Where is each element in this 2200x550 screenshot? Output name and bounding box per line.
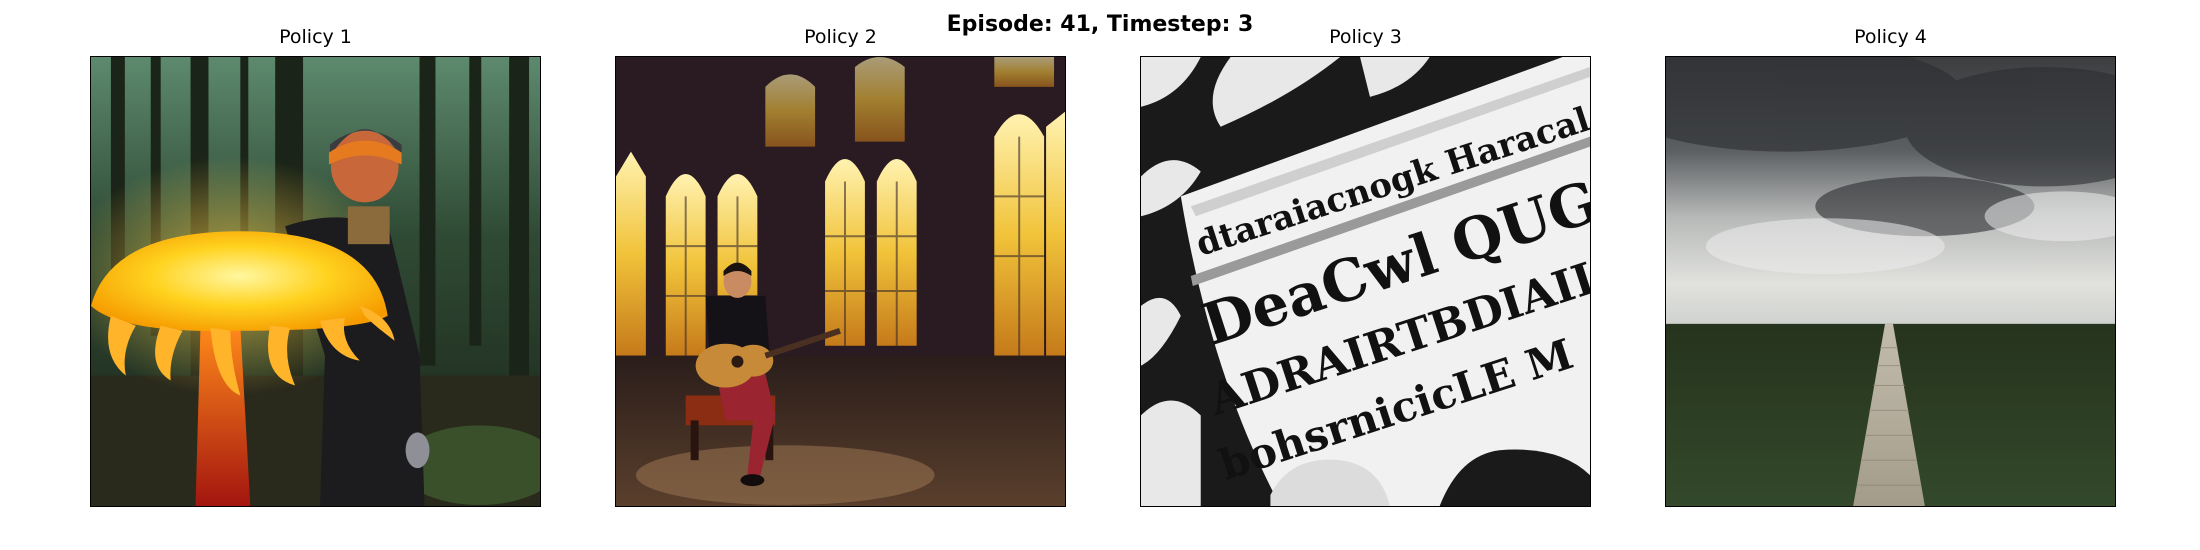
storm-boardwalk-field-image [1666, 57, 2115, 506]
panel-policy-4 [1665, 56, 2116, 507]
glowing-mushroom-forest-image [91, 57, 540, 506]
panel-policy-1 [90, 56, 541, 507]
newspaper-gothic-text-image: dtaraiacnogk Haracal DeaCwl QUG P ADRAIR… [1141, 57, 1590, 506]
panel-policy-3: dtaraiacnogk Haracal DeaCwl QUG P ADRAIR… [1140, 56, 1591, 507]
panel-title-policy-2: Policy 2 [804, 26, 877, 48]
panel-title-policy-3: Policy 3 [1329, 26, 1402, 48]
guitarist-stained-glass-image [616, 57, 1065, 506]
panel-title-policy-1: Policy 1 [279, 26, 352, 48]
panel-policy-2 [615, 56, 1066, 507]
panel-title-policy-4: Policy 4 [1854, 26, 1927, 48]
